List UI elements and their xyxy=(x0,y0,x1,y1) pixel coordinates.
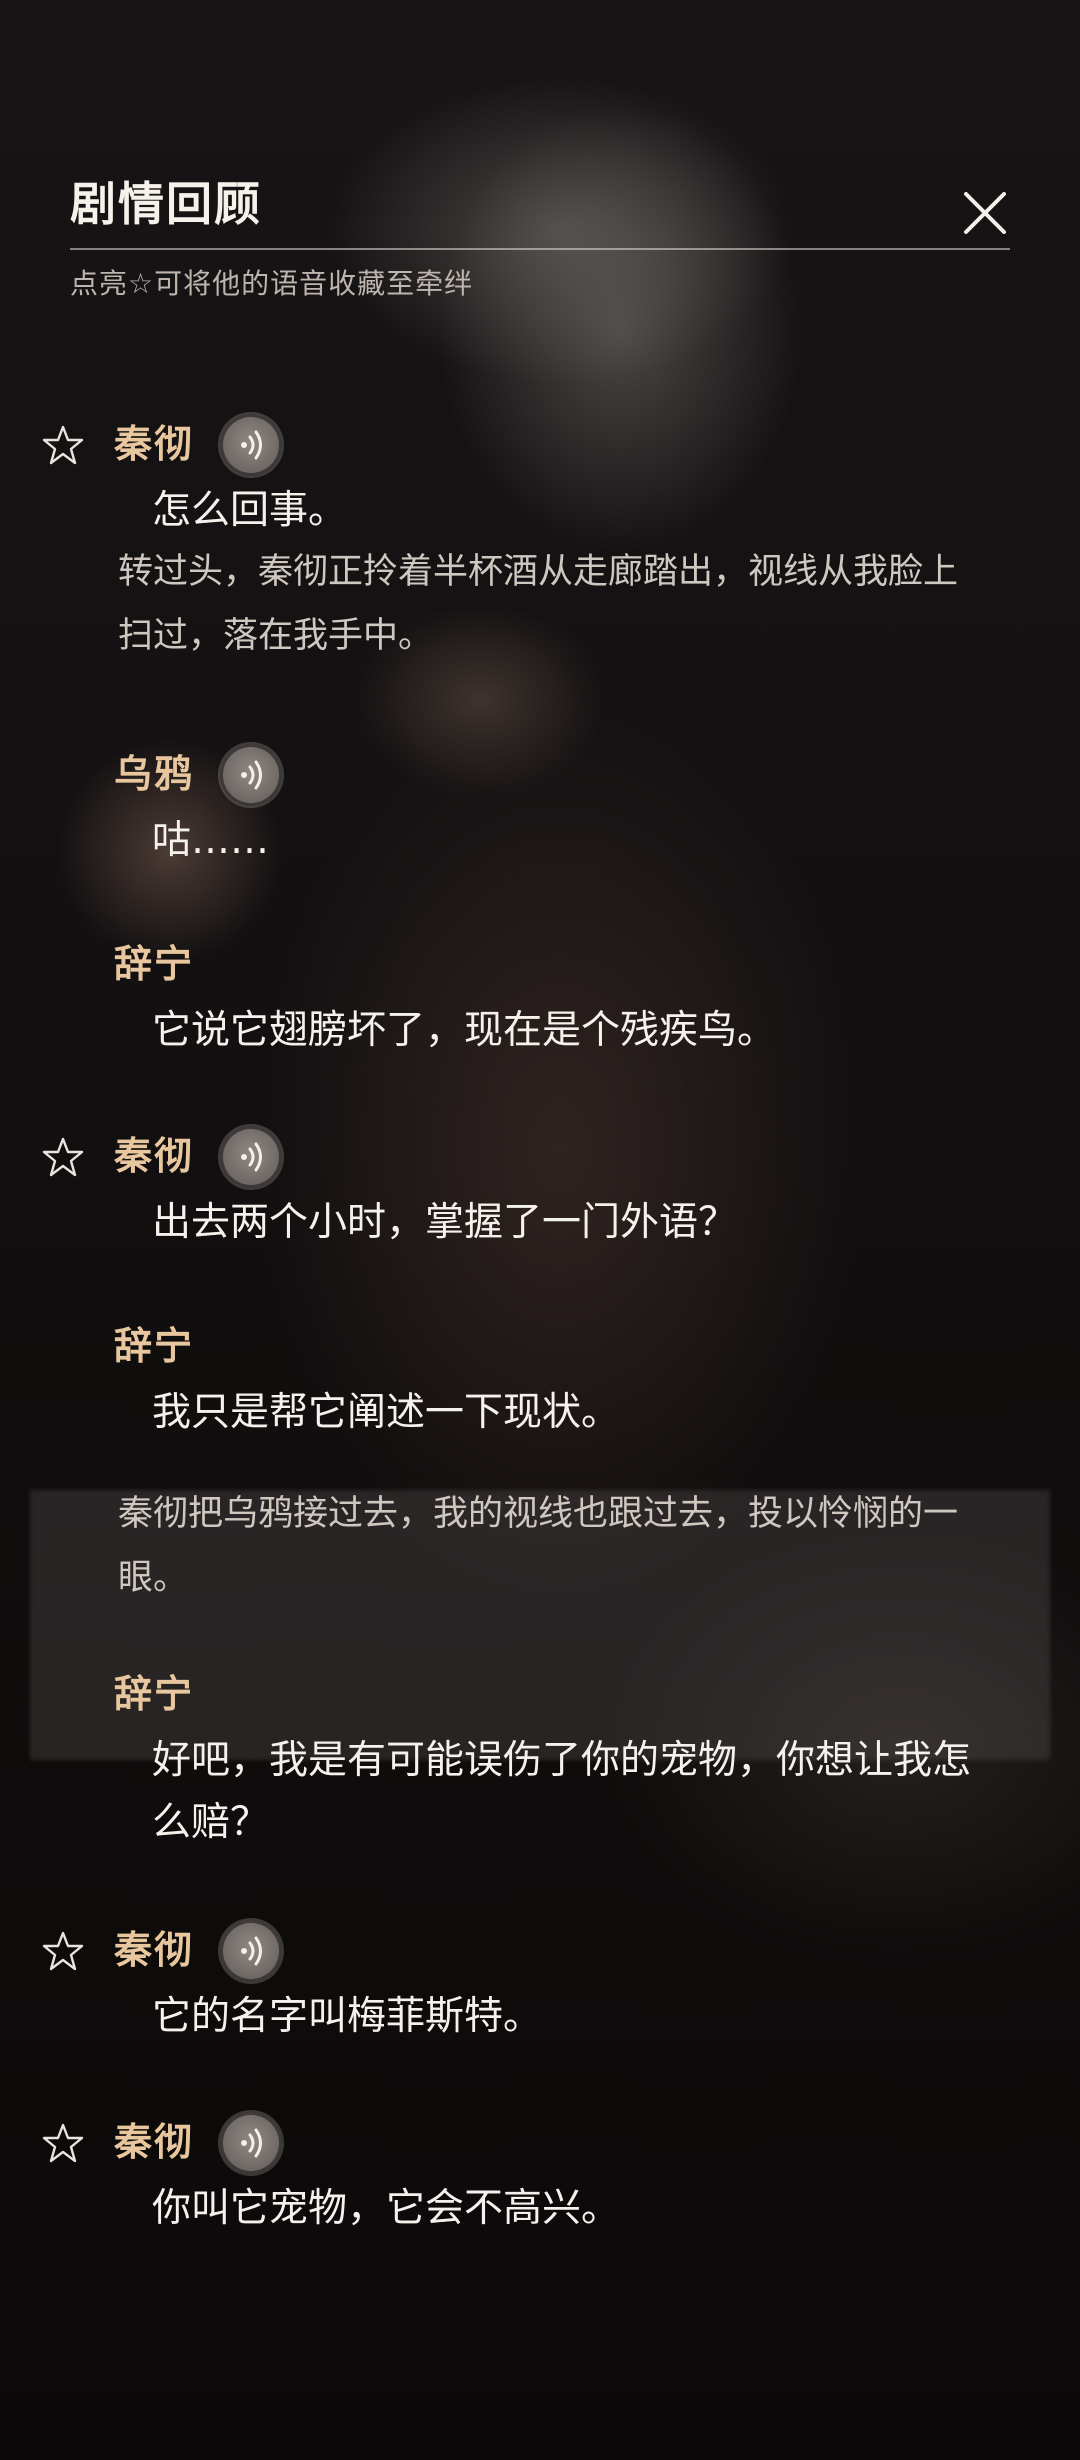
dialogue-entry: 辞宁 我只是帮它阐述一下现状。 xyxy=(0,1312,1080,1452)
speaker-name: 辞宁 xyxy=(114,944,195,986)
dialogue-entry: 辞宁 好吧，我是有可能误伤了你的宠物，你想让我怎么赔？ xyxy=(0,1660,1080,1916)
speaker-name: 秦彻 xyxy=(114,1930,195,1972)
star-icon[interactable] xyxy=(42,424,84,466)
narration-text: 秦彻把乌鸦接过去，我的视线也跟过去，投以怜悯的一眼。 xyxy=(118,1494,959,1598)
voice-play-icon[interactable] xyxy=(220,1920,282,1982)
page-title: 剧情回顾 xyxy=(70,179,262,230)
dialogue-text: 咕…… xyxy=(152,818,270,863)
voice-play-icon[interactable] xyxy=(220,414,282,476)
voice-play-icon[interactable] xyxy=(220,2112,282,2174)
speaker-name: 秦彻 xyxy=(114,2122,195,2164)
header-divider xyxy=(70,248,1010,250)
speaker-row: 秦彻 xyxy=(0,1916,1080,1986)
dialogue-text: 怎么回事。 xyxy=(152,488,348,533)
review-header: 剧情回顾 点亮☆可将他的语音收藏至牵绊 xyxy=(70,170,1010,302)
star-icon[interactable] xyxy=(42,2122,84,2164)
dialogue-text: 出去两个小时，掌握了一门外语？ xyxy=(152,1200,738,1245)
speaker-row: 辞宁 xyxy=(0,1660,1080,1730)
narration-entry: 秦彻把乌鸦接过去，我的视线也跟过去，投以怜悯的一眼。 xyxy=(0,1452,1080,1660)
dialogue-text: 它说它翅膀坏了，现在是个残疾鸟。 xyxy=(152,1008,777,1053)
star-icon[interactable] xyxy=(42,1136,84,1178)
narration-text: 转过头，秦彻正拎着半杯酒从走廊踏出，视线从我脸上扫过，落在我手中。 xyxy=(118,552,959,656)
speaker-name: 辞宁 xyxy=(114,1674,195,1716)
dialogue-text: 我只是帮它阐述一下现状。 xyxy=(152,1390,621,1435)
dialogue-text: 好吧，我是有可能误伤了你的宠物，你想让我怎么赔？ xyxy=(152,1738,972,1845)
dialogue-entry: 乌鸦 咕…… xyxy=(0,740,1080,930)
speaker-name: 乌鸦 xyxy=(114,754,195,796)
dialogue-log[interactable]: 秦彻 怎么回事。 转过头，秦彻正拎着半杯酒从走廊踏出，视线从我脸上扫过，落在我手… xyxy=(0,410,1080,2248)
speaker-row: 辞宁 xyxy=(0,930,1080,1000)
speaker-row: 秦彻 xyxy=(0,410,1080,480)
speaker-name: 秦彻 xyxy=(114,1136,195,1178)
speaker-row: 辞宁 xyxy=(0,1312,1080,1382)
dialogue-entry: 秦彻 你叫它宠物，它会不高兴。 xyxy=(0,2108,1080,2248)
speaker-row: 秦彻 xyxy=(0,2108,1080,2178)
voice-play-icon[interactable] xyxy=(220,1126,282,1188)
close-icon[interactable] xyxy=(960,188,1010,238)
speaker-row: 秦彻 xyxy=(0,1122,1080,1192)
favorite-hint: 点亮☆可将他的语音收藏至牵绊 xyxy=(70,267,474,300)
dialogue-text: 你叫它宠物，它会不高兴。 xyxy=(152,2186,621,2231)
speaker-name: 秦彻 xyxy=(114,424,195,466)
dialogue-entry: 秦彻 怎么回事。 xyxy=(0,410,1080,540)
star-icon[interactable] xyxy=(42,1930,84,1972)
speaker-row: 乌鸦 xyxy=(0,740,1080,810)
dialogue-entry: 秦彻 出去两个小时，掌握了一门外语？ xyxy=(0,1122,1080,1312)
dialogue-text: 它的名字叫梅菲斯特。 xyxy=(152,1994,543,2039)
narration-entry: 转过头，秦彻正拎着半杯酒从走廊踏出，视线从我脸上扫过，落在我手中。 xyxy=(0,540,1080,740)
dialogue-entry: 秦彻 它的名字叫梅菲斯特。 xyxy=(0,1916,1080,2108)
speaker-name: 辞宁 xyxy=(114,1326,195,1368)
voice-play-icon[interactable] xyxy=(220,744,282,806)
dialogue-entry: 辞宁 它说它翅膀坏了，现在是个残疾鸟。 xyxy=(0,930,1080,1122)
